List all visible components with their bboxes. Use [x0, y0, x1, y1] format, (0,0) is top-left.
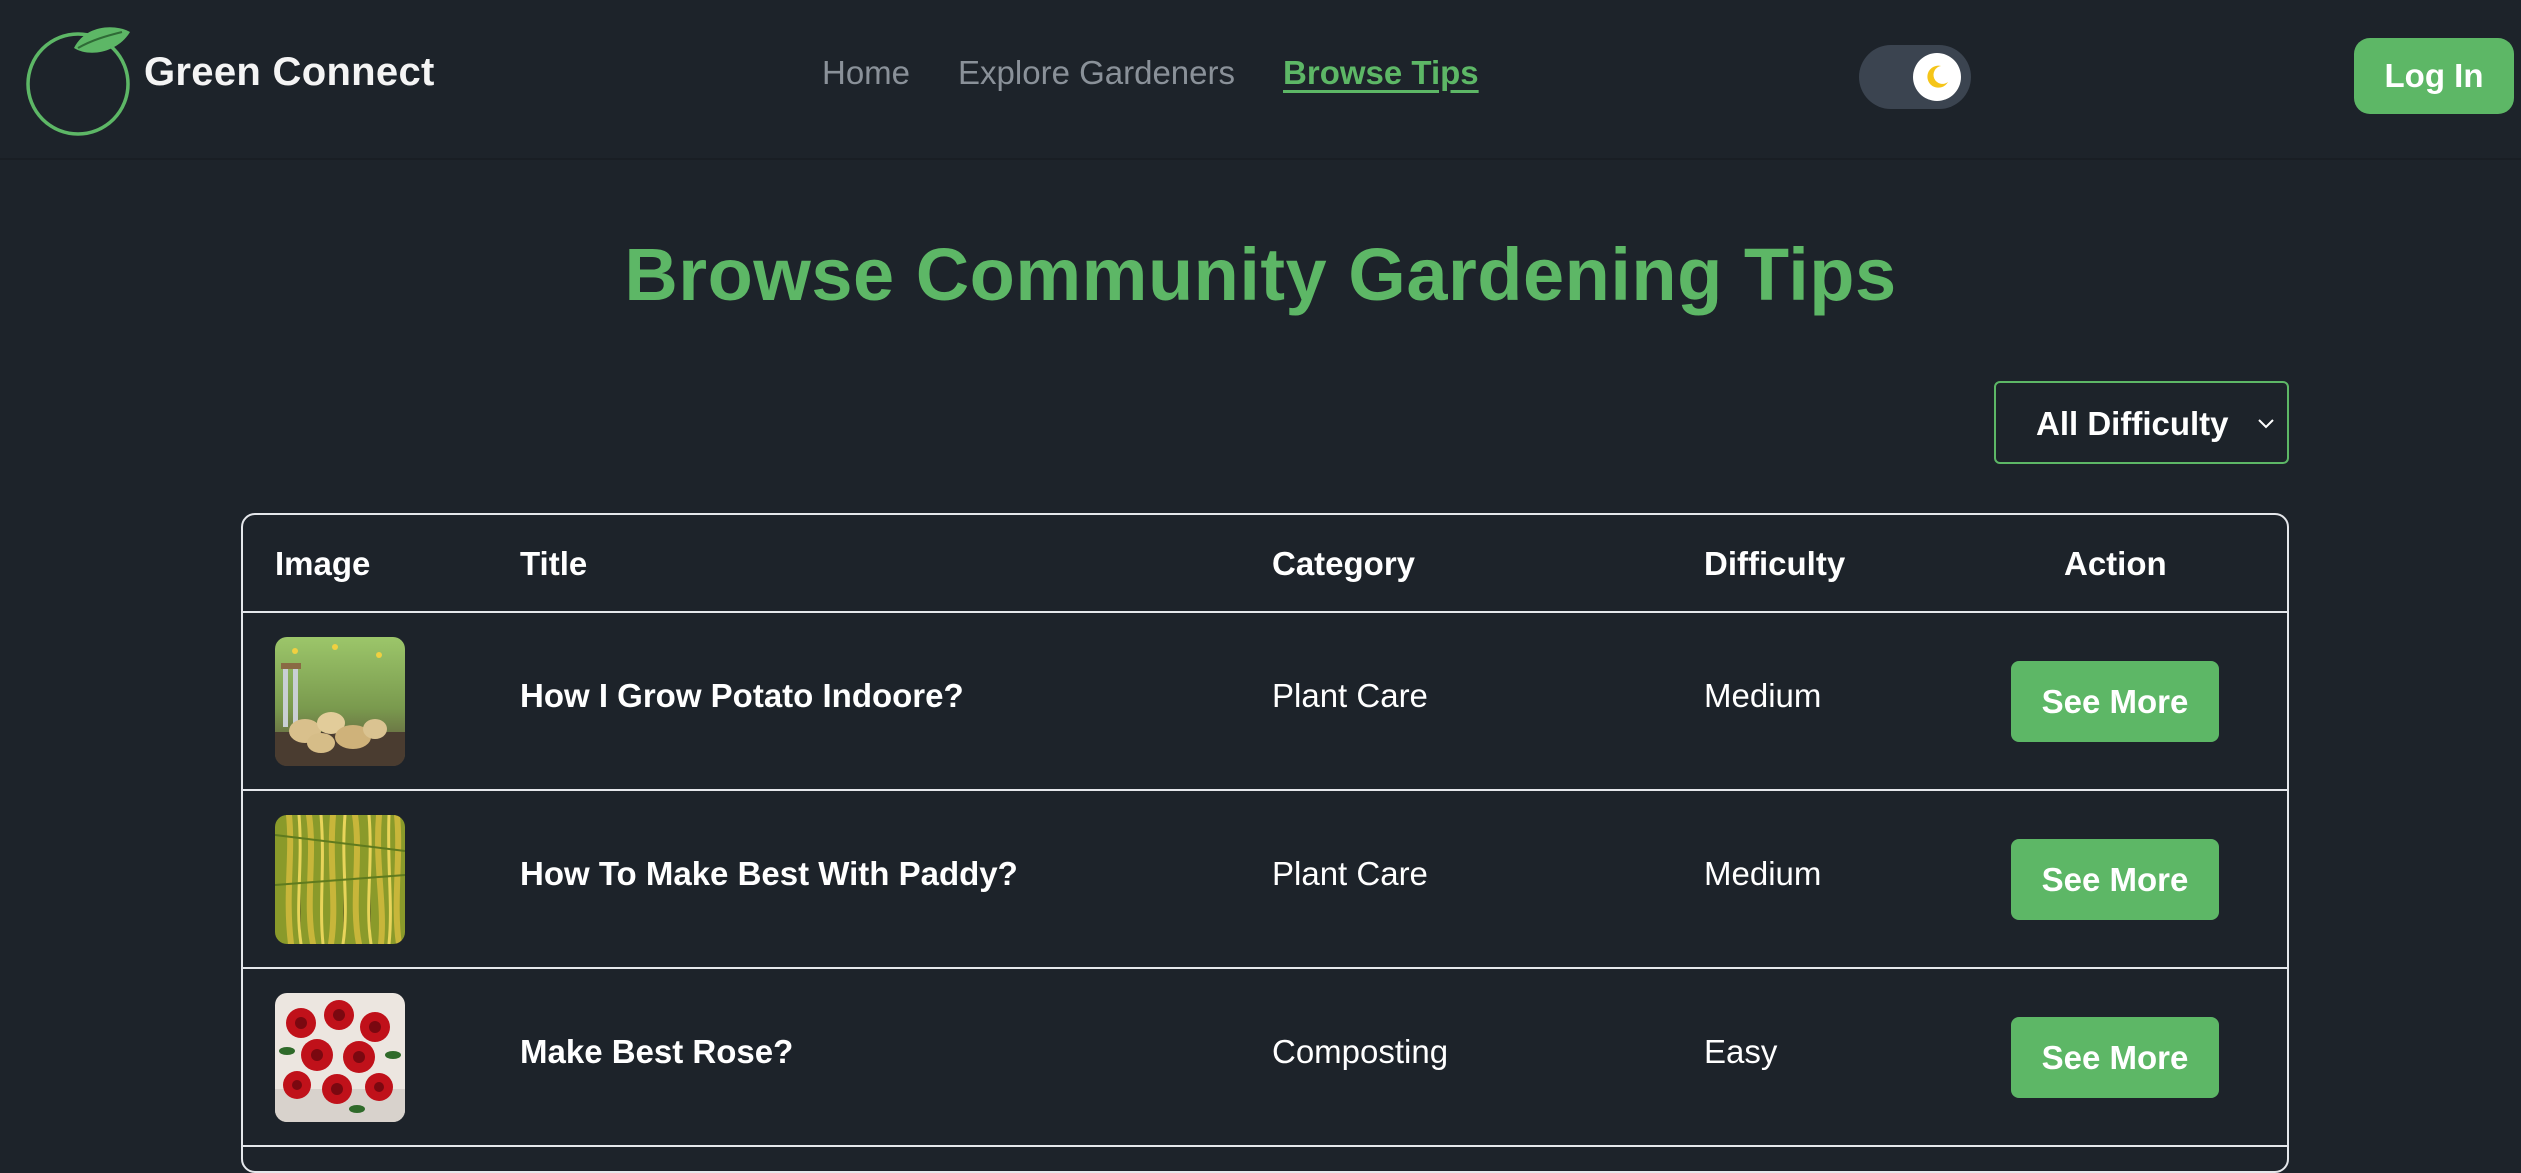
- main-nav: Home Explore Gardeners Browse Tips: [822, 54, 1527, 92]
- table-row: How To Make Best With Paddy? Plant Care …: [243, 791, 2287, 969]
- see-more-button[interactable]: See More: [2011, 1017, 2219, 1098]
- brand-name[interactable]: Green Connect: [144, 50, 435, 95]
- column-header-category: Category: [1272, 545, 1416, 582]
- roses-thumbnail: [275, 993, 405, 1122]
- leaf-logo-icon[interactable]: [26, 18, 134, 136]
- navbar: Green Connect Home Explore Gardeners Bro…: [0, 0, 2521, 160]
- table-row: How I Grow Potato Indoore? Plant Care Me…: [243, 613, 2287, 791]
- nav-explore-gardeners[interactable]: Explore Gardeners: [958, 54, 1235, 92]
- column-header-image: Image: [275, 545, 371, 582]
- column-header-difficulty: Difficulty: [1704, 545, 1846, 582]
- paddy-thumbnail: [275, 815, 405, 944]
- tips-table: Image Title Category Difficulty Action H…: [241, 513, 2289, 1173]
- tip-category: Plant Care: [1272, 677, 1428, 714]
- login-button[interactable]: Log In: [2354, 38, 2514, 114]
- see-more-button[interactable]: See More: [2011, 661, 2219, 742]
- table-header: Image Title Category Difficulty Action: [243, 515, 2287, 613]
- tip-difficulty: Medium: [1704, 677, 1822, 714]
- difficulty-filter-value: All Difficulty: [2036, 405, 2229, 442]
- tip-category: Plant Care: [1272, 855, 1428, 892]
- potatoes-thumbnail: [275, 637, 405, 766]
- tip-category: Composting: [1272, 1033, 1449, 1070]
- moon-icon: [1927, 65, 1948, 88]
- tip-title: How To Make Best With Paddy?: [520, 855, 1018, 892]
- chevron-down-icon: [2258, 419, 2274, 429]
- tip-difficulty: Easy: [1704, 1033, 1778, 1070]
- column-header-title: Title: [520, 545, 588, 582]
- toggle-knob: [1913, 53, 1961, 101]
- nav-home[interactable]: Home: [822, 54, 910, 92]
- tip-difficulty: Medium: [1704, 855, 1822, 892]
- theme-toggle[interactable]: [1859, 45, 1971, 109]
- tip-title: How I Grow Potato Indoore?: [520, 677, 964, 714]
- nav-browse-tips[interactable]: Browse Tips: [1283, 54, 1479, 92]
- page-title: Browse Community Gardening Tips: [624, 233, 1897, 316]
- see-more-button[interactable]: See More: [2011, 839, 2219, 920]
- table-row: Make Best Rose? Composting Easy See More: [243, 969, 2287, 1147]
- difficulty-filter-select[interactable]: All Difficulty: [1994, 381, 2289, 464]
- tip-title: Make Best Rose?: [520, 1033, 794, 1070]
- column-header-action: Action: [2064, 545, 2167, 582]
